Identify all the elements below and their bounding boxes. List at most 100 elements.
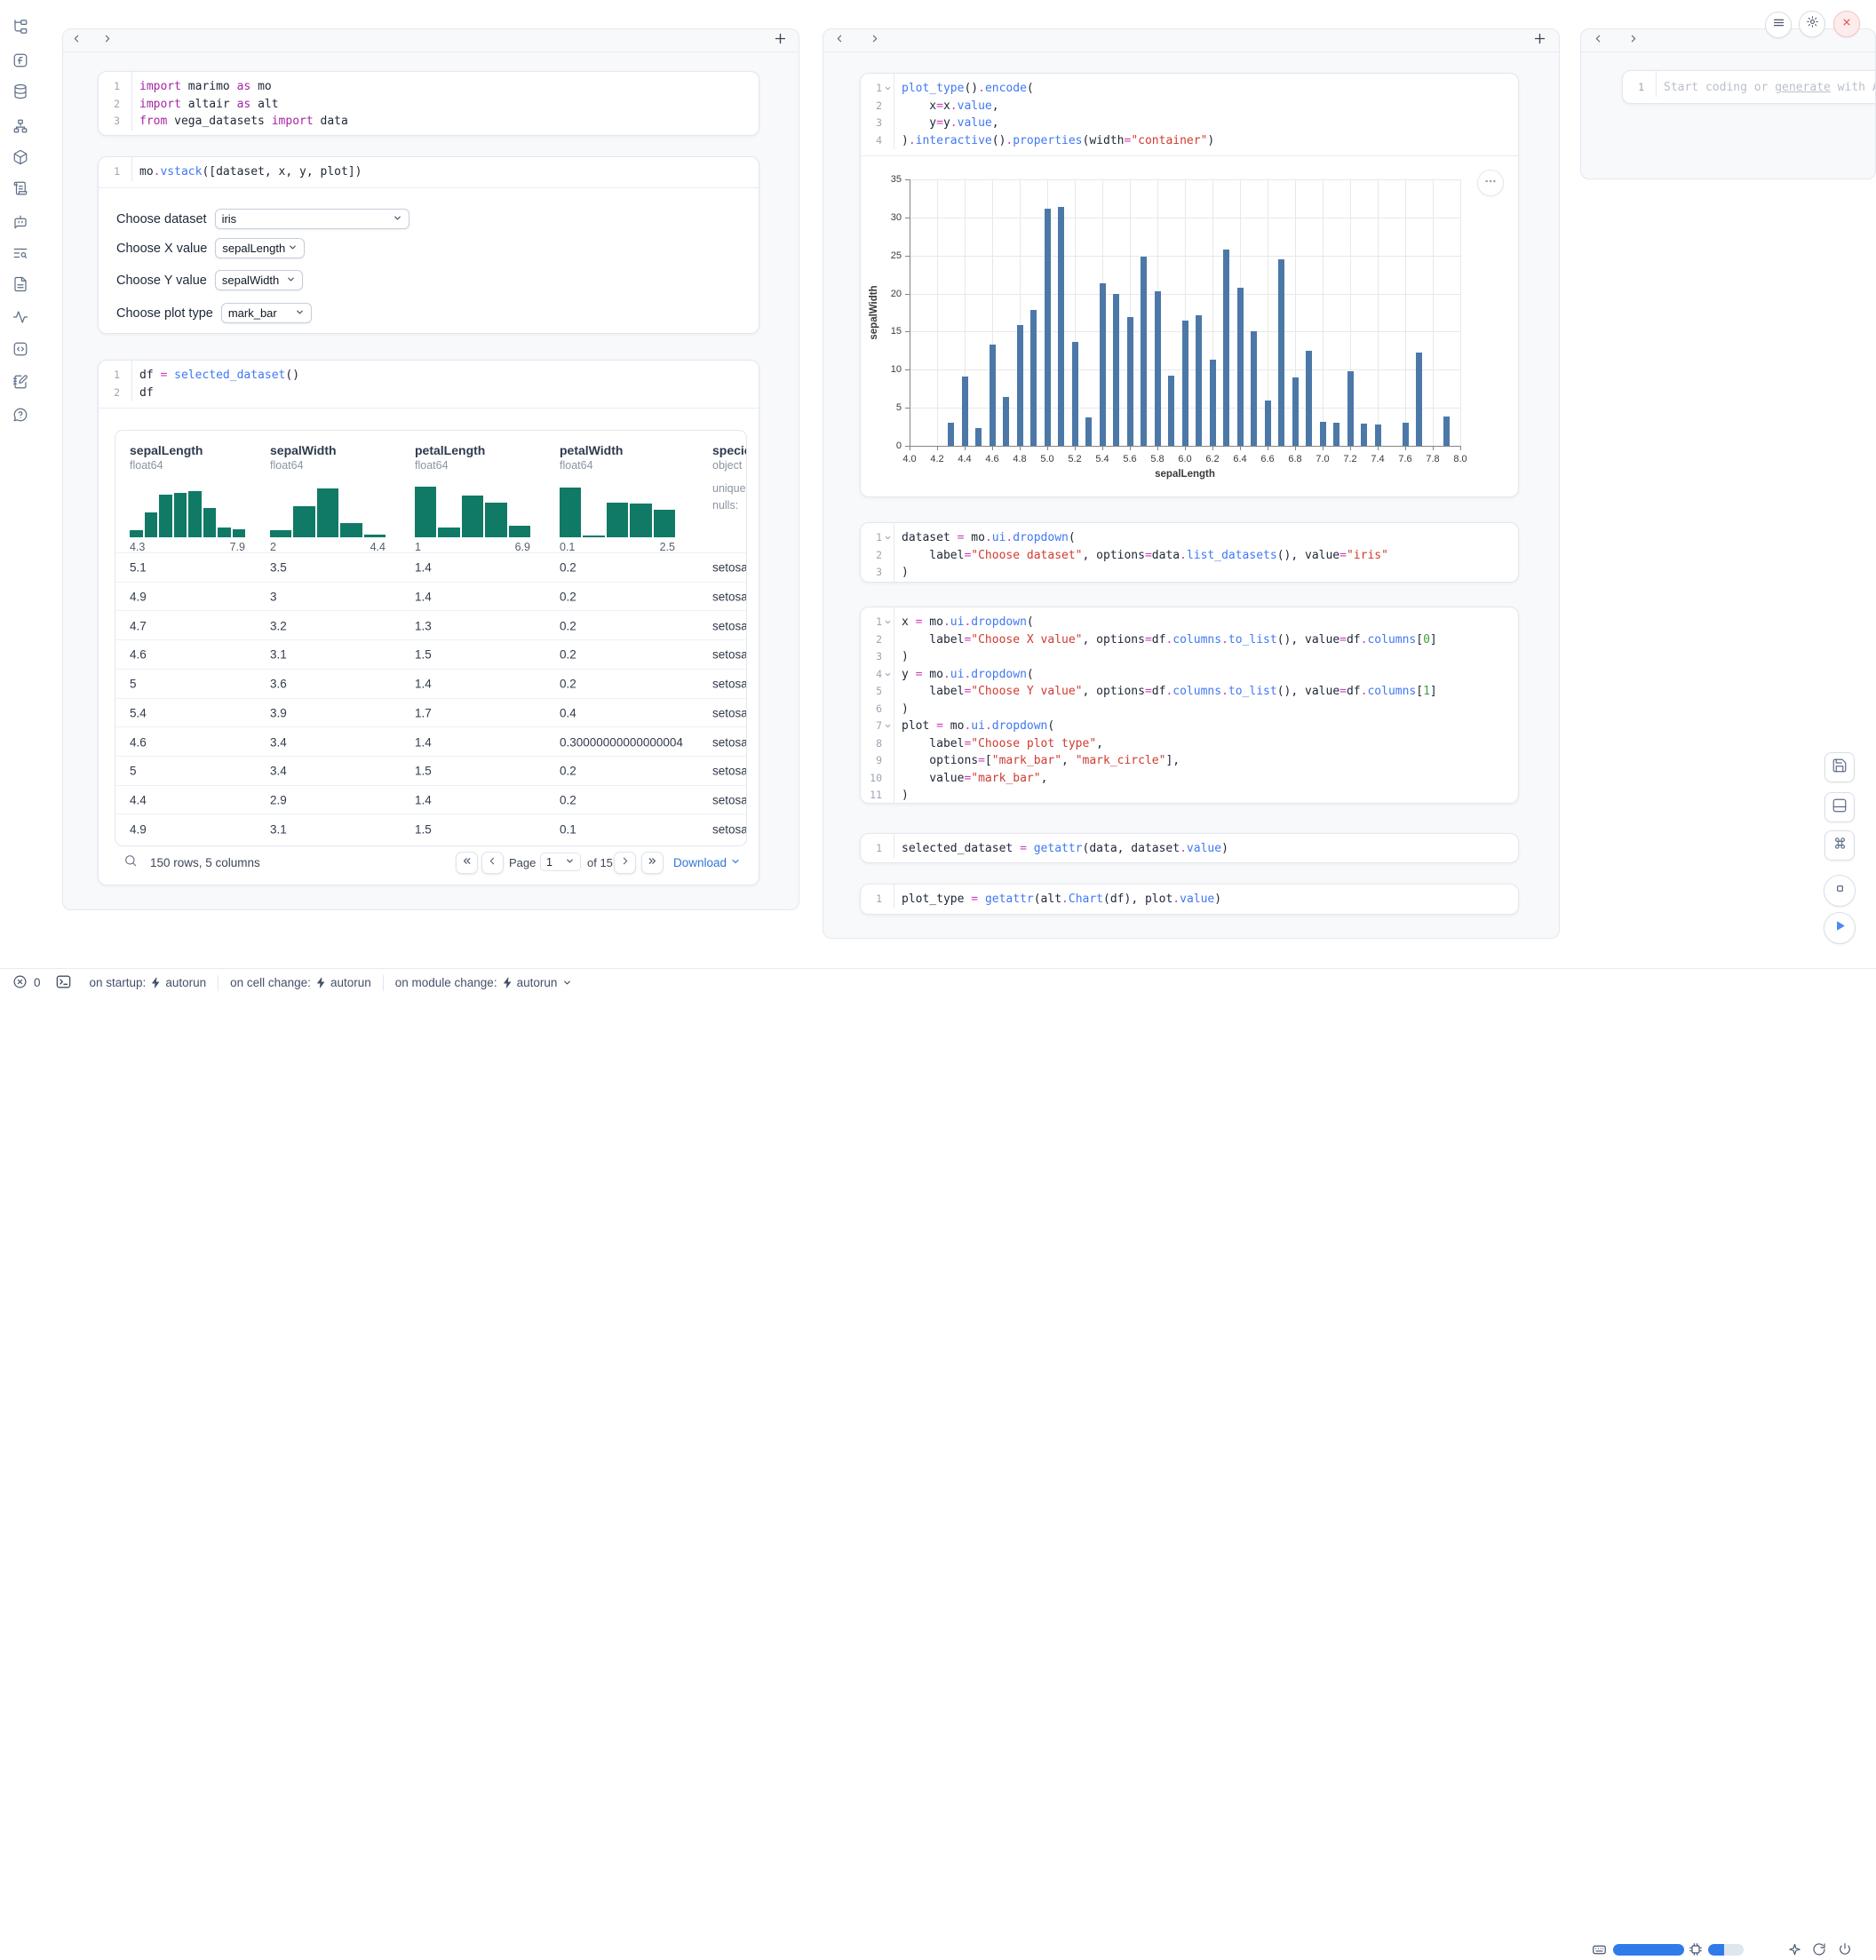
toggle-panel-layout-button[interactable] [1824, 792, 1855, 822]
panel1-add-cell-button[interactable] [773, 34, 787, 48]
vstack-code-editor[interactable]: 1mo.vstack([dataset, x, y, plot]) [99, 157, 759, 181]
runtime-config-on-startup[interactable]: on startup:autorun [90, 976, 207, 989]
sidebar-item-help-circle[interactable] [11, 405, 30, 425]
keyboard-icon[interactable] [1592, 1942, 1607, 1960]
dropdown-select-choose-y-value[interactable]: sepalWidth [215, 270, 303, 290]
sidebar-item-code-block[interactable] [11, 339, 30, 359]
fold-chevron-icon[interactable] [882, 666, 894, 684]
ai-sparkle-button[interactable] [1787, 1942, 1802, 1960]
dropdown-select-choose-plot-type[interactable]: mark_bar [221, 303, 312, 323]
plot-code-editor[interactable]: 1plot_type().encode(2 x=x.value,3 y=y.va… [861, 74, 1518, 149]
panel3-collapse-left-button[interactable] [1591, 34, 1605, 48]
column-name[interactable]: species [712, 443, 747, 457]
sidebar-item-notebook-pen[interactable] [11, 372, 30, 392]
panel2-expand-right-button[interactable] [867, 34, 881, 48]
gutter-spacer [882, 683, 894, 701]
column-histogram-sepalLength[interactable] [130, 482, 245, 537]
runtime-config-on-module-change[interactable]: on module change:autorun [395, 976, 573, 989]
column-name[interactable]: petalWidth [560, 443, 623, 457]
sidebar-item-activity[interactable] [11, 307, 30, 327]
altair-bar-chart[interactable]: 4.04.24.44.64.85.05.25.45.65.86.06.26.46… [862, 169, 1510, 487]
panel2-add-cell-button[interactable] [1532, 34, 1546, 48]
interrupt-kernel-button[interactable] [1824, 875, 1856, 907]
sidebar-item-document[interactable] [11, 274, 30, 294]
column-name[interactable]: sepalLength [130, 443, 203, 457]
table-row[interactable]: 53.61.40.2setosa [115, 669, 746, 699]
errors-indicator[interactable]: 0 [12, 974, 41, 992]
generate-link[interactable]: generate [1775, 81, 1831, 94]
sidebar-item-dataflow[interactable] [11, 116, 30, 136]
fold-chevron-icon[interactable] [882, 529, 894, 547]
table-cell: setosa [712, 793, 747, 806]
selected-dataset-code-editor[interactable]: 1selected_dataset = getattr(data, datase… [861, 834, 1518, 858]
connection-health-meter[interactable] [1613, 1944, 1684, 1956]
prev-page-button[interactable] [481, 852, 504, 874]
keyboard-shortcuts-button[interactable] [1824, 830, 1855, 861]
gutter-spacer [120, 367, 131, 385]
page-select[interactable]: 1 [540, 853, 581, 871]
table-row[interactable]: 4.42.91.40.2setosa [115, 785, 746, 815]
hist-max: 6.9 [515, 541, 530, 553]
panel3-expand-right-button[interactable] [1626, 34, 1640, 48]
save-notebook-button[interactable] [1824, 752, 1855, 782]
column-histogram-sepalWidth[interactable] [270, 482, 386, 537]
table-row[interactable]: 4.63.11.50.2setosa [115, 639, 746, 670]
last-page-button[interactable] [641, 852, 664, 874]
fold-chevron-icon[interactable] [882, 718, 894, 735]
next-page-button[interactable] [614, 852, 636, 874]
shutdown-button[interactable] [1838, 1942, 1852, 1959]
settings-button[interactable] [1799, 11, 1825, 37]
column-name[interactable]: sepalWidth [270, 443, 337, 457]
panel-menu-button[interactable] [1765, 12, 1792, 38]
code-line: 1plot_type = getattr(alt.Chart(df), plot… [861, 891, 1518, 909]
table-row[interactable]: 4.73.21.30.2setosa [115, 610, 746, 640]
column-name[interactable]: petalLength [415, 443, 485, 457]
terminal-button[interactable] [55, 973, 72, 993]
table-row[interactable]: 4.63.41.40.30000000000000004setosa [115, 726, 746, 757]
restart-kernel-button[interactable] [1812, 1942, 1826, 1959]
code-text: value="mark_bar", [894, 770, 1518, 788]
chart-menu-button[interactable] [1477, 170, 1504, 196]
panel1-collapse-left-button[interactable] [69, 34, 83, 48]
dropdown-select-choose-dataset[interactable]: iris [215, 209, 409, 229]
sidebar-item-database[interactable] [11, 82, 30, 101]
panel2-collapse-left-button[interactable] [832, 34, 847, 48]
close-panel-button[interactable] [1833, 11, 1860, 37]
cpu-icon[interactable] [1689, 1942, 1703, 1959]
dataset-code-editor[interactable]: 1dataset = mo.ui.dropdown(2 label="Choos… [861, 523, 1518, 582]
table-row[interactable]: 5.43.91.70.4setosa [115, 698, 746, 728]
dataframe-code-editor[interactable]: 1df = selected_dataset()2df [99, 361, 759, 401]
table-row[interactable]: 4.931.40.2setosa [115, 582, 746, 612]
panel1-header [63, 29, 799, 52]
fold-chevron-icon[interactable] [882, 80, 894, 98]
sidebar-item-function-square[interactable] [11, 51, 30, 70]
dropdown-select-choose-x-value[interactable]: sepalLength [215, 238, 305, 258]
scratchpad-input[interactable]: 1 Start coding or generate with AI [1623, 79, 1875, 97]
download-button[interactable]: Download [673, 856, 741, 869]
code-line: 1selected_dataset = getattr(data, datase… [861, 840, 1518, 858]
sidebar-item-chat-bot[interactable] [11, 212, 30, 232]
panel1-expand-right-button[interactable] [99, 34, 114, 48]
column-histogram-petalLength[interactable] [415, 482, 530, 537]
run-cells-button[interactable] [1824, 912, 1856, 944]
table-search-icon[interactable] [123, 853, 138, 872]
code-text: import altair as alt [131, 96, 759, 114]
sidebar-item-file-tree[interactable] [11, 17, 30, 36]
table-row[interactable]: 5.13.51.40.2setosa [115, 552, 746, 583]
sidebar-item-package[interactable] [11, 147, 30, 167]
memory-usage-meter[interactable] [1708, 1944, 1744, 1956]
runtime-config-on-cell-change[interactable]: on cell change:autorun [230, 976, 371, 989]
table-row[interactable]: 53.41.50.2setosa [115, 756, 746, 786]
xy-plot-code-editor[interactable]: 1x = mo.ui.dropdown(2 label="Choose X va… [861, 607, 1518, 804]
table-row[interactable]: 4.93.11.50.1setosa [115, 813, 746, 844]
plot-type-code-editor[interactable]: 1plot_type = getattr(alt.Chart(df), plot… [861, 885, 1518, 909]
sidebar-item-text-search[interactable] [11, 243, 30, 263]
chevron-down-icon [295, 306, 305, 320]
fold-chevron-icon[interactable] [882, 614, 894, 631]
imports-code-editor[interactable]: 1import marimo as mo2import altair as al… [99, 72, 759, 131]
x-tick-label: 4.8 [1013, 454, 1026, 464]
table-cell: 5 [130, 678, 137, 691]
sidebar-item-scroll[interactable] [11, 179, 30, 198]
column-histogram-petalWidth[interactable] [560, 482, 675, 537]
first-page-button[interactable] [456, 852, 478, 874]
